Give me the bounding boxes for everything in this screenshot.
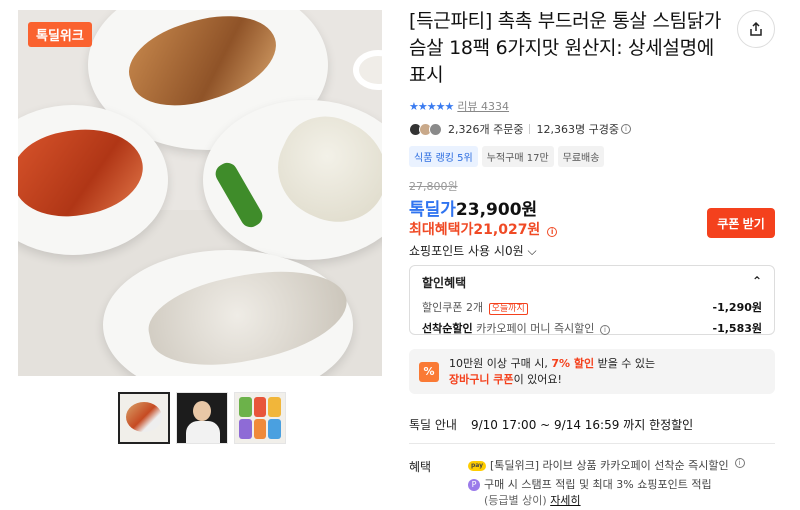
discount-title: 할인혜택 bbox=[422, 276, 467, 290]
deal-info-value: 9/10 17:00 ~ 9/14 16:59 까지 한정할인 bbox=[470, 418, 694, 432]
star-rating-icon: ★★★★★ bbox=[409, 99, 454, 113]
promo-highlight: 장바구니 쿠폰 bbox=[449, 373, 514, 386]
info-icon[interactable]: i bbox=[620, 124, 631, 134]
first-come-label: 선착순할인 bbox=[422, 322, 473, 335]
coupon-discount-amount: -1,290원 bbox=[712, 301, 762, 314]
thumbnail-2[interactable] bbox=[176, 392, 228, 444]
ranking-chip[interactable]: 식품 랭킹 5위 bbox=[409, 146, 478, 167]
promo-text: 이 있어요! bbox=[513, 373, 562, 386]
promo-highlight: 7% 할인 bbox=[551, 357, 595, 370]
promo-text: 받을 수 있는 bbox=[594, 357, 656, 370]
flavor-swatch bbox=[239, 397, 252, 417]
product-title: [득근파티] 촉촉 부드러운 통살 스팀닭가슴살 18팩 6가지맛 원산지: 상… bbox=[409, 10, 722, 86]
brand-badge: 톡딜위크 bbox=[28, 22, 92, 47]
buyers-row: 2,326개 주문중 12,363명 구경중 i bbox=[409, 121, 631, 137]
avatar bbox=[429, 122, 442, 136]
deal-label: 톡딜가 bbox=[409, 200, 456, 220]
deal-price-row: 톡딜가23,900원 bbox=[409, 195, 537, 220]
get-coupon-button[interactable]: 쿠폰 받기 bbox=[707, 208, 775, 238]
points-label: 쇼핑포인트 사용 시0원 bbox=[409, 244, 524, 258]
thumbnail-strip bbox=[118, 392, 286, 444]
cart-coupon-promo[interactable]: % 10만원 이상 구매 시, 7% 할인 받을 수 있는 장바구니 쿠폰이 있… bbox=[409, 349, 775, 394]
deal-info-label: 톡딜 안내 bbox=[409, 418, 457, 432]
coupon-discount-line: 할인쿠폰 2개 오늘까지 -1,290원 bbox=[422, 299, 762, 315]
first-come-desc: 카카오페이 머니 즉시할인 bbox=[476, 322, 595, 335]
deal-info-row: 톡딜 안내 9/10 17:00 ~ 9/14 16:59 까지 한정할인 bbox=[409, 416, 693, 433]
today-only-tag: 오늘까지 bbox=[488, 303, 528, 315]
flavor-swatch bbox=[268, 397, 281, 417]
benefit-item: P 구매 시 스탬프 적립 및 최대 3% 쇼핑포인트 적립 (등급별 상이) … bbox=[468, 477, 745, 509]
benefits-list: pay [톡딜위크] 라이브 상품 카카오페이 선착순 즉시할인 i P 구매 … bbox=[468, 458, 745, 510]
flavor-swatch bbox=[239, 419, 252, 439]
benefits-label: 혜택 bbox=[409, 460, 432, 474]
benefit-text: [톡딜위크] 라이브 상품 카카오페이 선착순 즉시할인 bbox=[490, 459, 729, 472]
flavor-swatch bbox=[253, 419, 267, 439]
flavor-swatch bbox=[268, 419, 281, 439]
best-price: 21,027원 bbox=[473, 222, 541, 238]
thumbnail-flavor-grid bbox=[239, 397, 281, 439]
benefit-text: 구매 시 스탬프 적립 및 최대 3% 쇼핑포인트 적립 (등급별 상이) 자세… bbox=[484, 477, 712, 509]
benefit-text-note: (등급별 상이) bbox=[484, 494, 547, 507]
promo-text: 10만원 이상 구매 시, bbox=[449, 357, 552, 370]
info-icon[interactable]: i bbox=[599, 325, 610, 335]
rating-row: ★★★★★ 리뷰 4334 bbox=[409, 98, 509, 114]
buyer-avatars bbox=[409, 122, 442, 136]
details-link[interactable]: 자세히 bbox=[550, 494, 580, 507]
discount-panel: 할인혜택 ⌃ 할인쿠폰 2개 오늘까지 -1,290원 선착순할인 카카오페이 … bbox=[409, 265, 775, 335]
best-price-row: 최대혜택가21,027원 i bbox=[409, 219, 558, 239]
info-icon[interactable]: i bbox=[734, 458, 745, 468]
deal-price: 23,900원 bbox=[455, 200, 538, 220]
divider bbox=[409, 443, 775, 444]
first-come-discount-line: 선착순할인 카카오페이 머니 즉시할인 i -1,583원 bbox=[422, 320, 762, 336]
first-come-amount: -1,583원 bbox=[712, 322, 762, 335]
chevron-down-icon: ⌵ bbox=[527, 244, 537, 258]
promo-line-1: 10만원 이상 구매 시, 7% 할인 받을 수 있는 bbox=[449, 356, 765, 372]
thumbnail-person-face bbox=[193, 401, 211, 421]
thumbnail-person-body bbox=[186, 421, 220, 443]
thumbnail-3[interactable] bbox=[234, 392, 286, 444]
points-dropdown[interactable]: 쇼핑포인트 사용 시0원 ⌵ bbox=[409, 242, 537, 259]
discount-header[interactable]: 할인혜택 ⌃ bbox=[422, 274, 762, 291]
chevron-up-icon: ⌃ bbox=[751, 274, 762, 288]
purchase-count-chip: 누적구매 17만 bbox=[481, 146, 554, 167]
product-main-image[interactable]: 톡딜위크 bbox=[18, 10, 382, 376]
info-icon[interactable]: i bbox=[547, 227, 558, 237]
separator bbox=[529, 124, 531, 134]
point-icon: P bbox=[468, 479, 480, 491]
share-icon bbox=[750, 21, 762, 36]
coupon-discount-label: 할인쿠폰 2개 bbox=[422, 301, 484, 314]
benefit-text-line: 구매 시 스탬프 적립 및 최대 3% 쇼핑포인트 적립 bbox=[484, 478, 712, 491]
sauce-bowl bbox=[353, 50, 382, 90]
original-price: 27,800원 bbox=[409, 180, 458, 193]
flavor-swatch bbox=[253, 397, 267, 417]
free-shipping-chip: 무료배송 bbox=[557, 146, 605, 167]
thumbnail-food-image bbox=[126, 402, 162, 432]
percent-icon: % bbox=[419, 362, 439, 382]
thumbnail-1[interactable] bbox=[118, 392, 170, 444]
badge-chips: 식품 랭킹 5위 누적구매 17만 무료배송 bbox=[409, 146, 605, 167]
viewer-count: 12,363명 구경중 bbox=[536, 123, 619, 136]
order-count: 2,326개 주문중 bbox=[448, 123, 524, 136]
review-link[interactable]: 리뷰 4334 bbox=[457, 98, 509, 114]
share-button[interactable] bbox=[737, 10, 775, 48]
best-price-label: 최대혜택가 bbox=[409, 222, 474, 238]
promo-line-2: 장바구니 쿠폰이 있어요! bbox=[449, 372, 765, 388]
benefit-item: pay [톡딜위크] 라이브 상품 카카오페이 선착순 즉시할인 i bbox=[468, 458, 745, 474]
kakaopay-icon: pay bbox=[468, 461, 486, 471]
